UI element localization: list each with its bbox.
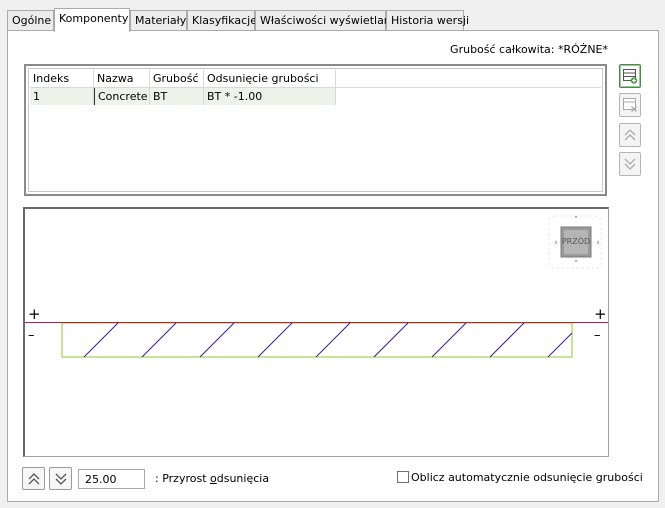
preview-canvas[interactable]: PRZÓD ˅ ˄ › ‹ + + – – (23, 207, 609, 457)
tab-components[interactable]: Komponenty (54, 8, 130, 32)
tab-components-label: Komponenty (59, 12, 129, 25)
components-grid-frame: Indeks Nazwa Grubość Odsunięcie grubości… (24, 64, 607, 196)
offset-up-icon (28, 472, 39, 484)
auto-offset-checkbox[interactable] (397, 471, 409, 483)
delete-component-button[interactable] (619, 93, 641, 117)
tab-materials[interactable]: Materiały (130, 10, 187, 31)
column-header-name[interactable]: Nazwa (94, 70, 150, 88)
tab-version-history-label: Historia wersji (391, 14, 470, 27)
grid-header: Indeks Nazwa Grubość Odsunięcie grubości (30, 70, 601, 88)
tab-general-label: Ogólne (12, 14, 52, 27)
add-component-button[interactable] (619, 64, 641, 88)
components-panel: Grubość całkowita: *RÓŻNE* Indeks Nazwa … (7, 30, 659, 502)
move-up-icon (624, 129, 636, 141)
preview-drawing: PRZÓD ˅ ˄ › ‹ + + – – (25, 215, 608, 358)
tab-classifications[interactable]: Klasyfikacje (187, 10, 257, 31)
layer-hatch (83, 322, 573, 358)
row-index-cell[interactable]: 1 (30, 88, 94, 105)
tab-strip: Ogólne Komponenty Materiały Klasyfikacje… (7, 8, 469, 32)
row-thickness-cell[interactable]: BT (150, 88, 204, 105)
offset-label-prefix: : Przyrost (155, 472, 210, 485)
tab-version-history[interactable]: Historia wersji (386, 10, 469, 31)
column-header-index[interactable]: Indeks (30, 70, 94, 88)
offset-label-rest: dsunięcia (216, 472, 270, 485)
components-grid: Indeks Nazwa Grubość Odsunięcie grubości… (30, 70, 601, 190)
view-down-arrow-icon[interactable]: ˄ (574, 260, 579, 270)
add-component-icon (623, 69, 638, 84)
view-up-arrow-icon[interactable]: ˅ (574, 216, 579, 226)
table-row[interactable]: 1 Concrete BT BT * -1.00 (30, 88, 601, 105)
total-thickness-label: Grubość całkowita: *RÓŻNE* (450, 43, 608, 56)
offset-up-button[interactable] (22, 467, 45, 490)
plus-right-label: + (594, 305, 607, 323)
tab-display-properties-label: Właściwości wyświetlania (260, 14, 401, 27)
view-cube[interactable]: PRZÓD ˅ ˄ › ‹ (548, 215, 602, 270)
offset-increment-input[interactable]: 25.00 (78, 469, 145, 489)
offset-down-icon (55, 473, 66, 485)
offset-label-accel: o (210, 472, 217, 485)
move-up-button[interactable] (619, 123, 641, 147)
offset-down-button[interactable] (49, 467, 72, 490)
tab-display-properties[interactable]: Właściwości wyświetlania (255, 10, 401, 31)
move-down-icon (624, 158, 636, 170)
view-cube-label: PRZÓD (562, 235, 590, 246)
column-header-thickness[interactable]: Grubość (150, 70, 204, 88)
row-name-cell[interactable]: Concrete (94, 88, 150, 105)
column-header-thickness-offset[interactable]: Odsunięcie grubości (204, 70, 336, 88)
tab-general[interactable]: Ogólne (7, 10, 54, 31)
plus-left-label: + (28, 305, 41, 323)
minus-right-label: – (594, 328, 601, 343)
row-offset-cell[interactable]: BT * -1.00 (204, 88, 336, 105)
move-down-button[interactable] (619, 152, 641, 176)
auto-offset-label[interactable]: Oblicz automatycznie odsunięcie grubości (411, 471, 643, 484)
delete-component-icon (623, 98, 637, 112)
view-right-arrow-icon[interactable]: ‹ (596, 238, 600, 248)
offset-increment-label: : Przyrost odsunięcia (155, 472, 269, 485)
view-left-arrow-icon[interactable]: › (554, 238, 558, 248)
tab-classifications-label: Klasyfikacje (192, 14, 257, 27)
minus-left-label: – (28, 328, 35, 343)
tab-materials-label: Materiały (135, 14, 187, 27)
